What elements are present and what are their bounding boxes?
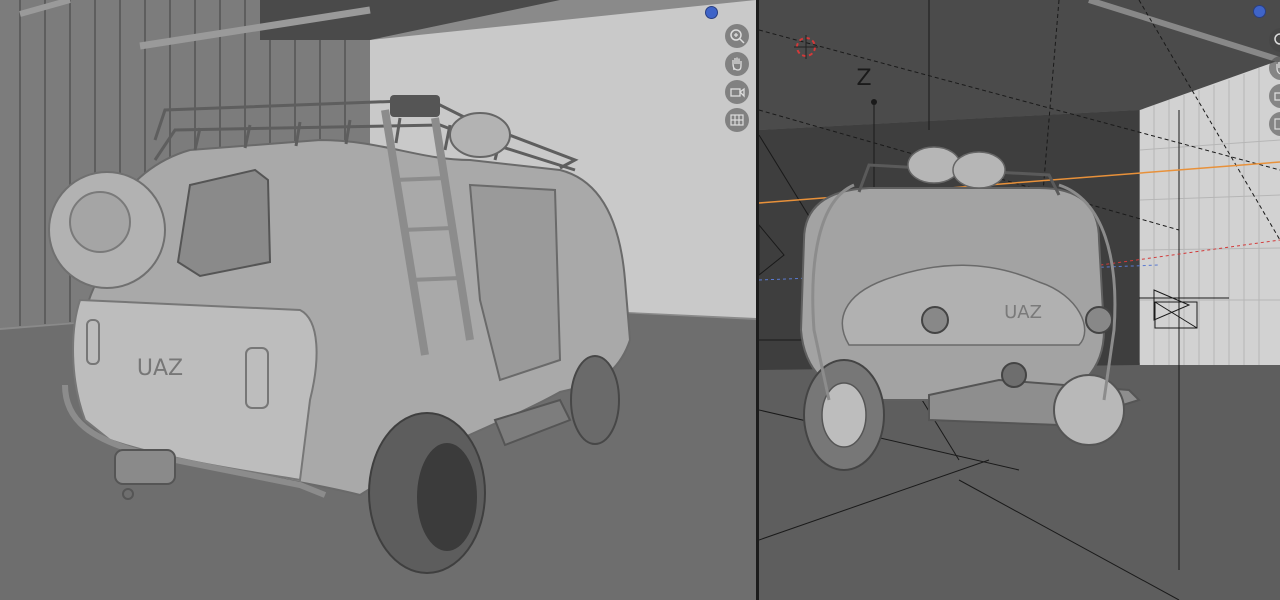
- grid-ortho-icon[interactable]: [725, 108, 749, 132]
- navigation-gizmo: [725, 24, 749, 132]
- navigation-gizmo: [1269, 28, 1280, 136]
- camera-view-icon[interactable]: [1269, 84, 1280, 108]
- axis-gizmo-icon[interactable]: [1253, 5, 1266, 18]
- hand-pan-icon[interactable]: [725, 52, 749, 76]
- viewport-right-scene[interactable]: UAZ Z: [759, 0, 1280, 600]
- wheel-right: [1053, 374, 1125, 446]
- winch: [1001, 362, 1027, 388]
- axis-gizmo-icon[interactable]: [705, 6, 718, 19]
- zoom-icon[interactable]: [1269, 28, 1280, 52]
- jerry-can: [176, 168, 272, 278]
- camera-view-icon[interactable]: [725, 80, 749, 104]
- headlight-left: [921, 306, 949, 334]
- zoom-icon[interactable]: [725, 24, 749, 48]
- vehicle-badge: UAZ: [1004, 302, 1042, 323]
- viewport-left[interactable]: UAZ: [0, 0, 756, 600]
- headlight-right: [1085, 306, 1113, 334]
- vehicle-badge: UAZ: [137, 356, 183, 381]
- grid-ortho-icon[interactable]: [1269, 112, 1280, 136]
- viewport-right[interactable]: UAZ Z: [759, 0, 1280, 600]
- hand-pan-icon[interactable]: [1269, 56, 1280, 80]
- axis-label: Z: [856, 66, 871, 91]
- viewport-left-scene[interactable]: UAZ: [0, 0, 756, 600]
- winch: [114, 449, 176, 485]
